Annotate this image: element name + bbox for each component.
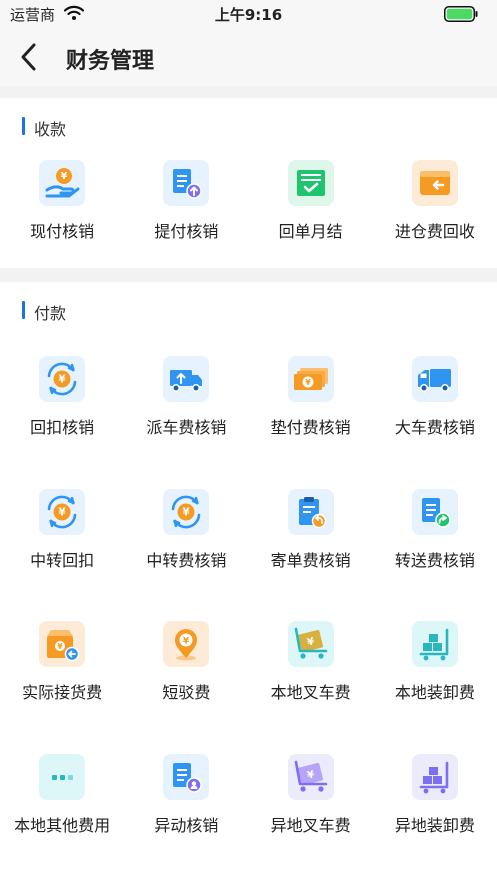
svg-text:¥: ¥ [183,637,190,647]
menu-item-label: 中转回扣 [30,550,95,570]
forklift-cart-icon: ¥ [287,621,334,667]
status-time: 上午9:16 [214,6,283,24]
clipboard-return-icon [287,488,334,535]
menu-item-label: 回单月结 [278,222,343,241]
menu-item-label: 短驳费 [162,683,211,702]
section-accent-bar [22,301,25,319]
wallet-return-icon [411,160,458,206]
yuan-hand-icon: ¥ [39,160,86,206]
menu-item[interactable]: 异动核销 [124,753,248,883]
svg-text:¥: ¥ [58,642,64,651]
yuan-cycle-icon: ¥ [39,488,86,535]
svg-text:¥: ¥ [305,378,311,387]
menu-item-label: 提付核销 [154,222,219,241]
menu-item-label: 中转费核销 [146,550,227,570]
forklift-cart-icon: ¥ [287,753,334,800]
menu-item[interactable]: ¥ 短驳费 [124,621,248,754]
section-accent-bar [22,117,25,135]
pay-grid: ¥ 回扣核销 派车费核销 ¥ 垫付费核销 大车费核销 ¥ 中转回扣 ¥ 中转费核销 寄单费核销 转送费… [0,356,497,883]
menu-item[interactable]: 转送费核销 [373,488,497,622]
yuan-cycle-icon: ¥ [39,356,86,402]
menu-item-label: 异地装卸费 [394,815,475,835]
menu-item[interactable]: ¥ 异地叉车费 [249,753,373,883]
menu-item[interactable]: ¥ 中转回扣 [0,488,124,622]
menu-item-label: 实际接货费 [22,683,103,702]
pay-section: 付款 ¥ 回扣核销 派车费核销 ¥ 垫付费核销 大车费核销 ¥ 中转回扣 ¥ 中转费核销 寄单费核销… [0,282,497,883]
menu-item-label: 大车费核销 [394,418,475,437]
menu-item-label: 垫付费核销 [270,418,351,437]
menu-item-label: 异动核销 [154,815,219,835]
nav-bar: 财务管理 [0,28,497,86]
menu-item-label: 本地叉车费 [270,683,351,702]
menu-item-label: 转送费核销 [394,550,475,570]
svg-text:¥: ¥ [59,374,66,385]
menu-item[interactable]: ¥ 本地叉车费 [249,621,373,754]
menu-item[interactable]: ¥ 垫付费核销 [249,356,373,489]
receive-grid: ¥ 现付核销 提付核销 回单月结 进仓费回收 [0,160,497,242]
boxes-cart-icon [411,621,458,667]
location-yuan-icon: ¥ [163,621,210,667]
boxes-cart-icon [411,753,458,800]
more-dots-icon [39,753,86,800]
svg-text:¥: ¥ [61,171,68,182]
menu-item-label: 寄单费核销 [270,550,351,570]
menu-item[interactable]: 大车费核销 [373,356,497,489]
menu-item-label: 本地其他费用 [14,815,111,835]
menu-item[interactable]: 提付核销 [124,160,248,242]
svg-text:¥: ¥ [59,507,66,518]
cash-bills-icon: ¥ [287,356,334,402]
status-bar: 运营商 上午9:16 [0,0,497,28]
menu-item-label: 本地装卸费 [394,683,475,702]
battery-icon [444,6,478,22]
menu-item[interactable]: 本地其他费用 [0,753,124,883]
yuan-cycle-icon: ¥ [163,488,210,535]
menu-item[interactable]: 异地装卸费 [373,753,497,883]
menu-item[interactable]: ¥ 实际接货费 [0,621,124,754]
menu-item[interactable]: 派车费核销 [124,356,248,489]
menu-item[interactable]: 进仓费回收 [373,160,497,242]
menu-item[interactable]: 回单月结 [249,160,373,242]
section-title: 付款 [34,304,67,323]
doc-upload-icon [163,160,210,206]
menu-item[interactable]: 本地装卸费 [373,621,497,754]
menu-item-label: 异地叉车费 [270,815,351,835]
menu-item[interactable]: ¥ 中转费核销 [124,488,248,622]
menu-item[interactable]: 寄单费核销 [249,488,373,622]
menu-item[interactable]: ¥ 回扣核销 [0,356,124,489]
svg-text:¥: ¥ [183,507,190,518]
receive-section: 收款 ¥ 现付核销 提付核销 回单月结 进仓费回收 [0,98,497,268]
truck-dispatch-icon [163,356,210,402]
menu-item[interactable]: ¥ 现付核销 [0,160,124,242]
box-return-icon: ¥ [39,621,86,667]
menu-item-label: 现付核销 [30,222,95,241]
doc-user-icon [163,753,210,800]
truck-icon [411,356,458,402]
statement-check-icon [287,160,334,206]
menu-item-label: 派车费核销 [146,418,227,437]
page-title: 财务管理 [66,49,155,74]
menu-item-label: 进仓费回收 [394,222,475,241]
menu-item-label: 回扣核销 [30,418,95,437]
back-arrow-icon[interactable] [16,42,42,72]
doc-forward-icon [411,488,458,535]
section-title: 收款 [34,120,67,139]
